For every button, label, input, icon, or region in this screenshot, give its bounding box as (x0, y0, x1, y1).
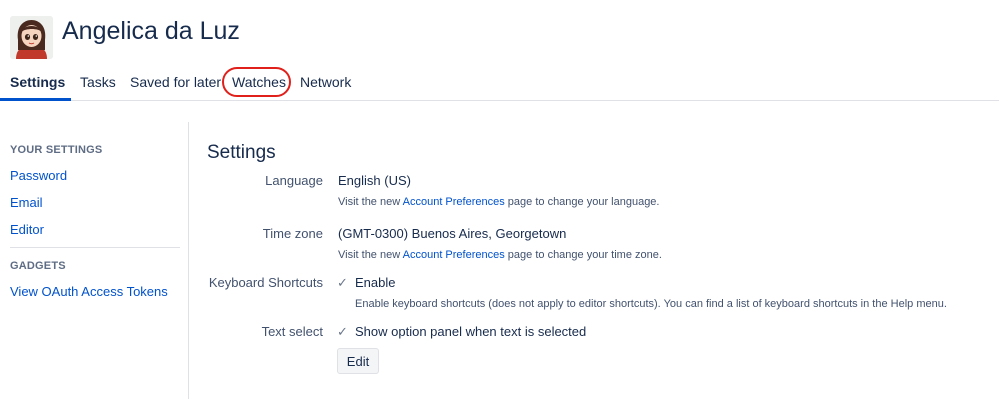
account-preferences-link-language[interactable]: Account Preferences (403, 196, 505, 208)
account-preferences-link-timezone[interactable]: Account Preferences (403, 249, 505, 261)
keyboard-shortcuts-label: Keyboard Shortcuts (208, 275, 323, 290)
text-select-checkbox-label: Show option panel when text is selected (355, 324, 587, 339)
user-avatar (10, 16, 53, 59)
tab-network[interactable]: Network (300, 74, 351, 90)
tab-saved-for-later[interactable]: Saved for later (130, 74, 221, 90)
language-value: English (US) (338, 173, 411, 188)
user-name: Angelica da Luz (62, 17, 240, 45)
language-label: Language (265, 173, 323, 188)
text-select-checkbox[interactable]: ✓ (337, 324, 348, 340)
sidebar-divider (10, 247, 180, 248)
sidebar-heading-gadgets: GADGETS (10, 260, 66, 272)
watches-highlight-ring (222, 67, 291, 97)
timezone-help: Visit the new Account Preferences page t… (338, 249, 662, 261)
timezone-help-prefix: Visit the new (338, 249, 403, 261)
sidebar-heading-your-settings: YOUR SETTINGS (10, 144, 103, 156)
tabs-border (0, 100, 999, 101)
edit-button[interactable]: Edit (337, 348, 379, 374)
settings-title: Settings (207, 142, 276, 163)
active-tab-underline (0, 98, 71, 101)
tab-tasks[interactable]: Tasks (80, 74, 116, 90)
text-select-label: Text select (261, 324, 323, 339)
timezone-help-suffix: page to change your time zone. (504, 249, 662, 261)
tab-settings[interactable]: Settings (10, 74, 65, 90)
keyboard-shortcuts-checkbox-label: Enable (355, 275, 396, 290)
keyboard-shortcuts-checkbox[interactable]: ✓ (337, 275, 348, 291)
sidebar-link-email[interactable]: Email (10, 195, 43, 210)
language-help-suffix: page to change your language. (504, 196, 660, 208)
language-help-prefix: Visit the new (338, 196, 403, 208)
timezone-value: (GMT-0300) Buenos Aires, Georgetown (338, 226, 567, 241)
sidebar: YOUR SETTINGS Password Email Editor GADG… (0, 122, 189, 399)
language-help: Visit the new Account Preferences page t… (338, 196, 660, 208)
keyboard-shortcuts-help: Enable keyboard shortcuts (does not appl… (355, 298, 947, 310)
timezone-label: Time zone (262, 226, 323, 241)
